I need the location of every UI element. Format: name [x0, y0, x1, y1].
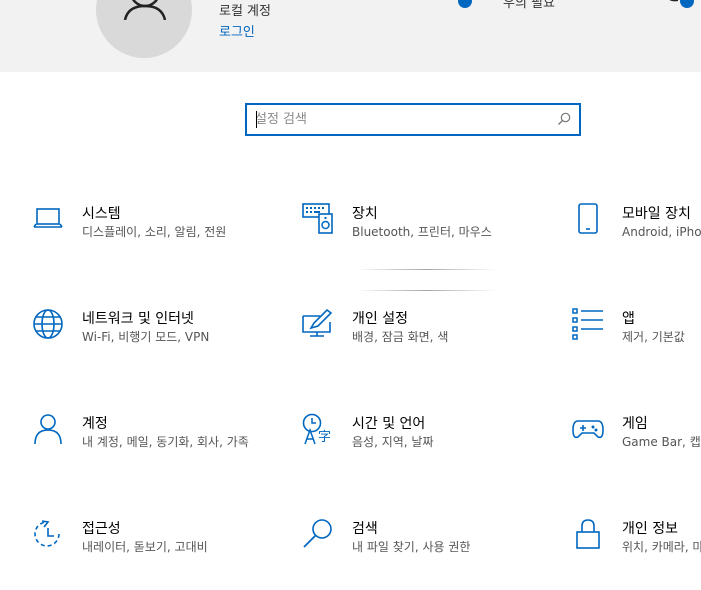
tile-mobile[interactable]: 모바일 장치 Android, iPhon	[572, 203, 701, 263]
avatar	[96, 0, 192, 58]
devices-icon	[302, 203, 333, 234]
personalize-icon	[302, 308, 333, 337]
tile-subtitle: 디스플레이, 소리, 알림, 전원	[82, 225, 227, 239]
search-icon[interactable]	[557, 112, 571, 126]
tile-personalization[interactable]: 개인 설정 배경, 잠금 화면, 색	[302, 308, 532, 368]
tile-apps[interactable]: 앱 제거, 기본값	[572, 308, 701, 368]
tile-title: 개인 정보	[622, 521, 678, 537]
tile-title: 개인 설정	[352, 311, 408, 327]
gamepad-icon	[572, 420, 604, 439]
search-magnifier-icon	[303, 519, 332, 548]
tile-accounts[interactable]: 계정 내 계정, 메일, 동기화, 회사, 가족	[32, 413, 262, 473]
tile-subtitle: 내 파일 찾기, 사용 권한	[352, 540, 471, 554]
lock-icon	[576, 519, 600, 549]
onedrive-status-icon[interactable]	[432, 0, 476, 18]
tile-privacy[interactable]: 개인 정보 위치, 카메라, 마	[572, 518, 701, 578]
person-icon	[34, 414, 62, 445]
divider-line	[356, 269, 496, 270]
tile-title: 시스템	[82, 206, 121, 222]
tile-subtitle: 제거, 기본값	[622, 330, 685, 344]
tile-title: 시간 및 언어	[352, 416, 426, 432]
tile-accessibility[interactable]: 접근성 내레이터, 돋보기, 고대비	[32, 518, 262, 578]
tile-subtitle: Game Bar, 캡처	[622, 435, 701, 449]
tile-title: 게임	[622, 416, 648, 432]
tile-title: 계정	[82, 416, 108, 432]
accessibility-icon	[34, 520, 60, 547]
tile-search[interactable]: 검색 내 파일 찾기, 사용 권한	[302, 518, 532, 578]
tile-subtitle: 음성, 지역, 날짜	[352, 435, 434, 449]
tile-subtitle: 내 계정, 메일, 동기화, 회사, 가족	[82, 435, 249, 449]
account-type-label: 로컬 계정	[219, 4, 271, 19]
settings-search-box[interactable]	[245, 103, 581, 136]
tile-title: 앱	[622, 311, 635, 327]
tile-subtitle: Android, iPhon	[622, 225, 701, 239]
account-header: 로컬 계정 로그인 우의 필요	[0, 0, 701, 72]
login-link[interactable]: 로그인	[219, 21, 255, 40]
apps-list-icon	[572, 308, 603, 340]
search-input[interactable]	[255, 109, 545, 130]
tile-title: 모바일 장치	[622, 206, 691, 222]
tile-gaming[interactable]: 게임 Game Bar, 캡처	[572, 413, 701, 473]
svg-text:字: 字	[318, 430, 331, 445]
header-status-text: 우의 필요	[503, 0, 555, 11]
time-language-icon: 字	[302, 413, 331, 445]
tile-subtitle: Bluetooth, 프린터, 마우스	[352, 225, 492, 239]
tile-title: 장치	[352, 206, 378, 222]
tile-devices[interactable]: 장치 Bluetooth, 프린터, 마우스	[302, 203, 532, 263]
laptop-icon	[33, 208, 63, 228]
divider-line	[356, 290, 496, 291]
tile-title: 검색	[352, 521, 378, 537]
tile-title: 접근성	[82, 521, 121, 537]
tile-subtitle: 배경, 잠금 화면, 색	[352, 330, 449, 344]
tile-system[interactable]: 시스템 디스플레이, 소리, 알림, 전원	[32, 203, 262, 263]
tile-subtitle: Wi-Fi, 비행기 모드, VPN	[82, 330, 210, 344]
update-status-icon[interactable]	[660, 0, 700, 18]
tile-title: 네트워크 및 인터넷	[82, 311, 194, 327]
phone-icon	[578, 203, 598, 234]
globe-icon	[33, 309, 63, 339]
text-caret	[256, 111, 257, 128]
tile-subtitle: 내레이터, 돋보기, 고대비	[82, 540, 208, 554]
person-silhouette-icon	[123, 0, 167, 20]
tile-time-language[interactable]: 字 시간 및 언어 음성, 지역, 날짜	[302, 413, 532, 473]
tile-network[interactable]: 네트워크 및 인터넷 Wi-Fi, 비행기 모드, VPN	[32, 308, 262, 368]
tile-subtitle: 위치, 카메라, 마	[622, 540, 701, 554]
